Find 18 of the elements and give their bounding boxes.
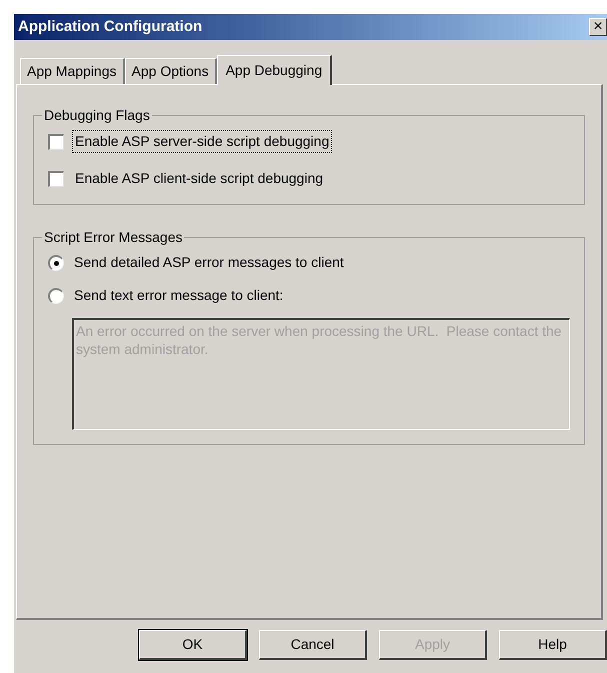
close-button[interactable]: × <box>589 18 607 36</box>
radio-button[interactable] <box>48 288 64 304</box>
radio-label: Send detailed ASP error messages to client <box>73 253 345 272</box>
checkbox-label[interactable]: Enable ASP server-side script debugging <box>72 130 332 153</box>
checkbox[interactable] <box>48 134 64 150</box>
dialog-button[interactable]: OK <box>139 630 247 660</box>
group-title: Script Error Messages <box>43 228 184 247</box>
tab[interactable]: App Debugging <box>216 55 332 85</box>
checkbox[interactable] <box>48 170 64 186</box>
window-title: Application Configuration <box>18 16 202 37</box>
tab[interactable]: App Options <box>124 58 217 84</box>
tab[interactable]: App Mappings <box>20 58 125 84</box>
group-title: Debugging Flags <box>43 106 151 125</box>
radio-button[interactable] <box>48 254 64 270</box>
dialog-button[interactable]: Help <box>499 630 607 660</box>
radio-label: Send text error message to client: <box>73 286 284 305</box>
dialog-button[interactable]: Cancel <box>259 630 367 660</box>
checkbox-label[interactable]: Enable ASP client-side script debugging <box>72 167 326 190</box>
